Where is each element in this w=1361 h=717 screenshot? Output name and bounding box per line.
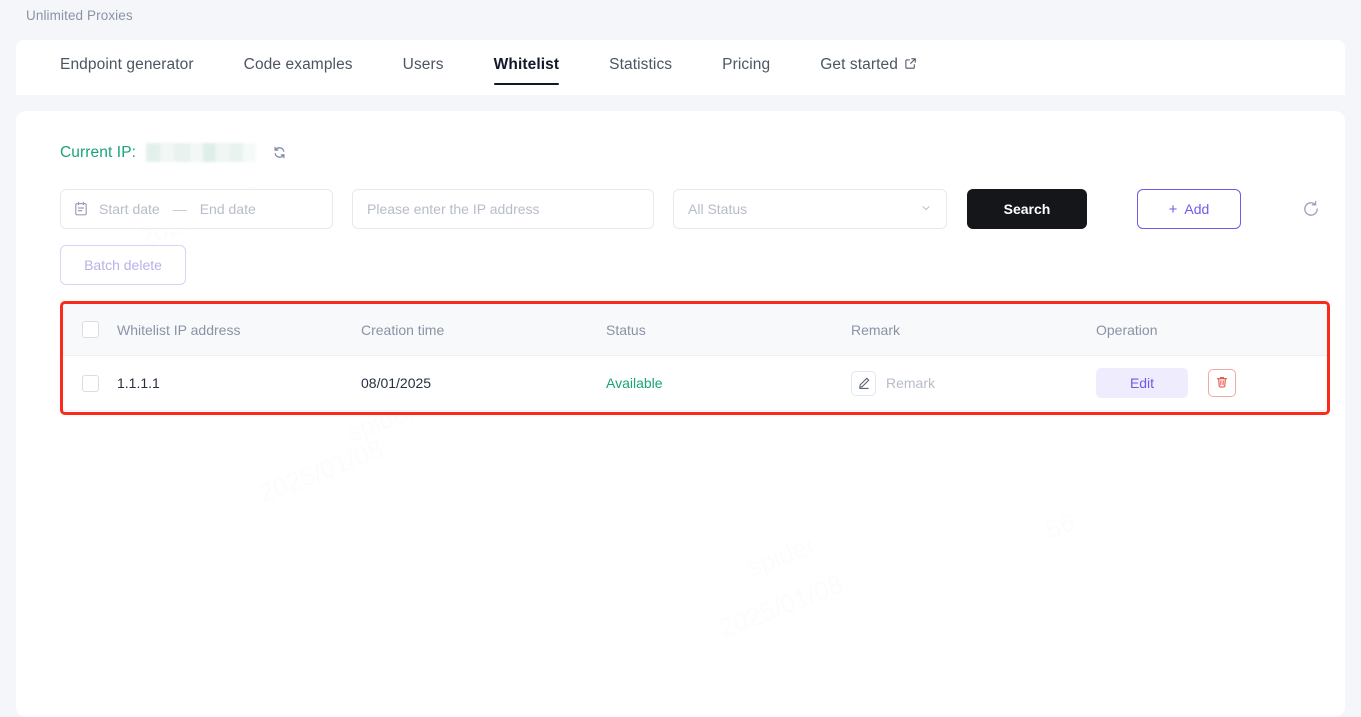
watermark-text: 2025/01/08 — [714, 568, 848, 644]
column-header-status: Status — [606, 321, 646, 338]
chevron-down-icon — [920, 201, 932, 217]
watermark-text: 56 — [1041, 506, 1080, 546]
batch-delete-label: Batch delete — [84, 257, 162, 273]
date-range-picker[interactable]: Start date — End date — [60, 189, 333, 229]
status-badge: Available — [606, 375, 663, 391]
edit-button[interactable]: Edit — [1096, 368, 1188, 398]
column-header-ip: Whitelist IP address — [117, 321, 241, 338]
cell-creation-time: 08/01/2025 — [361, 375, 432, 391]
delete-button[interactable] — [1208, 369, 1236, 397]
status-select[interactable]: All Status — [673, 189, 947, 229]
current-ip-row: Current IP: — [60, 143, 287, 162]
tab-whitelist[interactable]: Whitelist — [493, 40, 560, 85]
search-button-label: Search — [1003, 201, 1051, 217]
tab-label: Statistics — [609, 56, 673, 73]
tab-get-started[interactable]: Get started — [820, 40, 917, 75]
column-header-operation: Operation — [1096, 321, 1158, 338]
add-button[interactable]: + Add — [1137, 189, 1241, 229]
cell-status: Available — [606, 375, 851, 391]
ip-address-placeholder: Please enter the IP address — [367, 201, 540, 217]
tab-endpoint-generator[interactable]: Endpoint generator — [60, 40, 194, 74]
tab-label: Whitelist — [493, 56, 560, 73]
status-select-value: All Status — [688, 201, 748, 217]
whitelist-panel: spider 2025/01/08 spider 2025/01/08 56 2… — [16, 111, 1345, 717]
cell-remark: Remark — [851, 370, 1096, 396]
table-refresh-icon[interactable] — [1299, 197, 1323, 221]
external-link-icon — [904, 57, 917, 75]
tab-list: Endpoint generator Code examples Users W… — [16, 40, 1345, 95]
date-range-separator: — — [172, 201, 187, 217]
filter-row: Start date — End date Please enter the I… — [60, 189, 1087, 229]
start-date-placeholder: Start date — [99, 201, 160, 217]
current-ip-refresh-icon[interactable] — [272, 145, 287, 160]
edit-button-label: Edit — [1129, 375, 1155, 391]
remark-placeholder[interactable]: Remark — [886, 375, 935, 391]
tab-statistics[interactable]: Statistics — [609, 40, 672, 74]
current-ip-label: Current IP: — [60, 143, 137, 161]
end-date-placeholder: End date — [199, 201, 256, 217]
whitelist-table: Whitelist IP address Creation time Statu… — [63, 304, 1327, 411]
tab-label: Pricing — [722, 56, 771, 73]
breadcrumb: Unlimited Proxies — [26, 8, 133, 23]
watermark-text: spider — [742, 529, 820, 583]
tab-label: Code examples — [243, 56, 353, 73]
search-button[interactable]: Search — [967, 189, 1087, 229]
calendar-icon — [73, 201, 89, 217]
tab-label: Endpoint generator — [60, 56, 194, 73]
table-row: 1.1.1.1 08/01/2025 Available Remark Edit — [63, 356, 1327, 411]
row-checkbox[interactable] — [81, 374, 99, 392]
ip-address-input[interactable]: Please enter the IP address — [352, 189, 654, 229]
row-select-cell — [63, 374, 117, 392]
tab-bar-card: Endpoint generator Code examples Users W… — [16, 40, 1345, 95]
current-ip-value — [146, 143, 257, 162]
plus-icon: + — [1168, 200, 1178, 218]
tab-label: Users — [402, 56, 444, 73]
tab-users[interactable]: Users — [403, 40, 444, 74]
select-all-cell — [63, 321, 117, 338]
batch-delete-button[interactable]: Batch delete — [60, 245, 186, 285]
cell-ip: 1.1.1.1 — [117, 375, 160, 391]
tab-code-examples[interactable]: Code examples — [244, 40, 353, 74]
select-all-checkbox[interactable] — [81, 321, 99, 338]
pencil-icon[interactable] — [851, 370, 876, 396]
table-header-row: Whitelist IP address Creation time Statu… — [63, 304, 1327, 356]
tab-label: Get started — [820, 56, 898, 73]
cell-operation: Edit — [1096, 368, 1327, 398]
column-header-creation: Creation time — [361, 321, 445, 338]
trash-icon — [1215, 375, 1229, 392]
watermark-text: 2025/01/08 — [254, 433, 388, 509]
add-button-label: Add — [1184, 201, 1210, 217]
column-header-remark: Remark — [851, 321, 901, 338]
tab-pricing[interactable]: Pricing — [722, 40, 770, 74]
